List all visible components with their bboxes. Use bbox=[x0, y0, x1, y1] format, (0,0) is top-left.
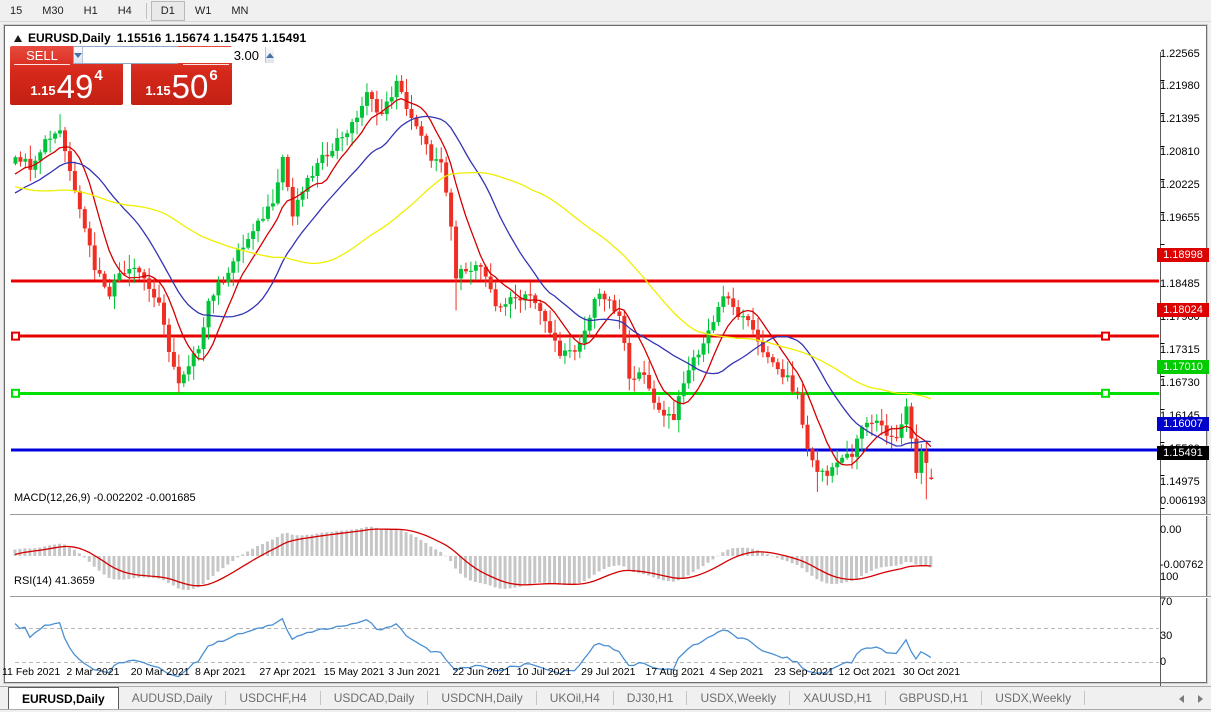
chart-tab-xauusd-h1[interactable]: XAUUSD,H1 bbox=[790, 687, 885, 709]
chart-symbol-label: EURUSD,Daily bbox=[28, 31, 111, 45]
timeframe-toolbar: 15M30H1H4 D1W1MN bbox=[0, 0, 1211, 22]
price-line-badge: 1.17010 bbox=[1157, 360, 1209, 374]
price-tick-label: 1.21395 bbox=[1160, 113, 1210, 126]
price-tick-label: 1.20810 bbox=[1160, 146, 1210, 159]
date-tick-label: 15 May 2021 bbox=[324, 666, 385, 678]
price-tick-label: 1.17315 bbox=[1160, 344, 1210, 357]
volume-increase-button[interactable] bbox=[265, 47, 274, 63]
timeframe-button-15[interactable]: 15 bbox=[0, 1, 32, 21]
chart-tab-usdchf-h4[interactable]: USDCHF,H4 bbox=[226, 687, 319, 709]
chart-tab-eurusd-daily[interactable]: EURUSD,Daily bbox=[8, 687, 119, 709]
collapse-panel-arrow-icon[interactable] bbox=[14, 35, 22, 42]
timeframe-button-h1[interactable]: H1 bbox=[74, 1, 108, 21]
tab-scroll-left-icon[interactable] bbox=[1179, 695, 1184, 703]
sell-price-main: 49 bbox=[57, 70, 94, 104]
current-price-badge: 1.15491 bbox=[1157, 446, 1209, 460]
date-tick-label: 3 Jun 2021 bbox=[388, 666, 440, 678]
buy-price-prefix: 1.15 bbox=[145, 83, 170, 98]
price-tick-label: 1.21980 bbox=[1160, 80, 1210, 93]
price-tick-label: 1.16730 bbox=[1160, 377, 1210, 390]
price-line-badge: 1.16007 bbox=[1157, 417, 1209, 431]
timeframe-button-mn[interactable]: MN bbox=[221, 1, 258, 21]
tab-scroll-right-icon[interactable] bbox=[1198, 695, 1203, 703]
date-tick-label: 8 Apr 2021 bbox=[195, 666, 246, 678]
date-tick-label: 12 Oct 2021 bbox=[839, 666, 896, 678]
buy-underline bbox=[183, 64, 229, 65]
price-line-badge: 1.18998 bbox=[1157, 248, 1209, 262]
rsi-indicator-label: RSI(14) 41.3659 bbox=[14, 575, 95, 587]
macd-indicator-label: MACD(12,26,9) -0.002202 -0.001685 bbox=[14, 492, 196, 504]
chart-tab-dj30-h1[interactable]: DJ30,H1 bbox=[614, 687, 687, 709]
price-tick-label: 1.20225 bbox=[1160, 179, 1210, 192]
rsi-axis-tick: 30 bbox=[1160, 630, 1210, 643]
tab-scroll-controls bbox=[1179, 687, 1203, 711]
rsi-axis-tick: 100 bbox=[1160, 571, 1210, 584]
volume-input[interactable] bbox=[83, 47, 265, 63]
sell-button[interactable]: SELL bbox=[14, 48, 70, 64]
price-tick-label: 1.14975 bbox=[1160, 476, 1210, 489]
chart-title-row: EURUSD,Daily 1.15516 1.15674 1.15475 1.1… bbox=[14, 31, 306, 45]
chevron-up-icon bbox=[266, 53, 274, 58]
sell-underline bbox=[14, 64, 70, 65]
volume-stepper bbox=[73, 46, 178, 64]
timeframe-button-d1[interactable]: D1 bbox=[151, 1, 185, 21]
date-tick-label: 27 Apr 2021 bbox=[259, 666, 316, 678]
rsi-axis-tick: 0 bbox=[1160, 656, 1210, 669]
date-tick-label: 20 Mar 2021 bbox=[131, 666, 190, 678]
sell-price-prefix: 1.15 bbox=[30, 83, 55, 98]
date-tick-label: 4 Sep 2021 bbox=[710, 666, 764, 678]
timeframe-button-w1[interactable]: W1 bbox=[185, 1, 222, 21]
chart-tab-gbpusd-h1[interactable]: GBPUSD,H1 bbox=[886, 687, 981, 709]
macd-axis-tick: 0.006193 bbox=[1160, 495, 1210, 508]
date-tick-label: 17 Aug 2021 bbox=[646, 666, 705, 678]
date-tick-label: 11 Feb 2021 bbox=[2, 666, 60, 678]
sell-button-label: SELL bbox=[26, 48, 58, 63]
sell-price-display[interactable]: 1.15 49 4 bbox=[10, 66, 123, 104]
date-tick-label: 22 Jun 2021 bbox=[452, 666, 510, 678]
price-tick-label: 1.18485 bbox=[1160, 278, 1210, 291]
chart-window[interactable] bbox=[4, 25, 1207, 683]
date-tick-label: 2 Mar 2021 bbox=[66, 666, 119, 678]
chart-tab-usdcad-daily[interactable]: USDCAD,Daily bbox=[321, 687, 428, 709]
symbol-tabbar: EURUSD,DailyAUDUSD,DailyUSDCHF,H4USDCAD,… bbox=[0, 686, 1211, 710]
chart-tab-usdcnh-daily[interactable]: USDCNH,Daily bbox=[428, 687, 535, 709]
macd-axis-tick: 0.00 bbox=[1160, 524, 1210, 537]
one-click-trading-panel: SELL BUY 1.15 49 4 1.15 50 6 bbox=[10, 46, 232, 105]
buy-price-pipette: 6 bbox=[209, 67, 217, 84]
timeframe-button-m30[interactable]: M30 bbox=[32, 1, 73, 21]
buy-price-display[interactable]: 1.15 50 6 bbox=[131, 66, 232, 104]
chart-tab-audusd-daily[interactable]: AUDUSD,Daily bbox=[119, 687, 226, 709]
price-tick-label: 1.22565 bbox=[1160, 48, 1210, 61]
volume-decrease-button[interactable] bbox=[74, 47, 83, 63]
main-chart-canvas[interactable] bbox=[10, 52, 1211, 708]
date-tick-label: 30 Oct 2021 bbox=[903, 666, 960, 678]
timeframe-button-h4[interactable]: H4 bbox=[108, 1, 142, 21]
chart-ohlc-quotes: 1.15516 1.15674 1.15475 1.15491 bbox=[117, 31, 307, 45]
date-tick-label: 23 Sep 2021 bbox=[774, 666, 834, 678]
chart-tab-usdx-weekly[interactable]: USDX,Weekly bbox=[687, 687, 789, 709]
price-line-badge: 1.18024 bbox=[1157, 303, 1209, 317]
sell-price-pipette: 4 bbox=[94, 67, 102, 84]
price-tick-label: 1.19655 bbox=[1160, 212, 1210, 225]
date-tick-label: 10 Jul 2021 bbox=[517, 666, 571, 678]
tab-separator bbox=[1084, 691, 1085, 705]
chart-tab-usdx-weekly[interactable]: USDX,Weekly bbox=[982, 687, 1084, 709]
toolbar-separator bbox=[146, 3, 147, 19]
rsi-axis-tick: 70 bbox=[1160, 596, 1210, 609]
chevron-down-icon bbox=[74, 53, 82, 58]
chart-tab-ukoil-h4[interactable]: UKOil,H4 bbox=[537, 687, 613, 709]
date-tick-label: 29 Jul 2021 bbox=[581, 666, 635, 678]
buy-price-main: 50 bbox=[172, 70, 209, 104]
